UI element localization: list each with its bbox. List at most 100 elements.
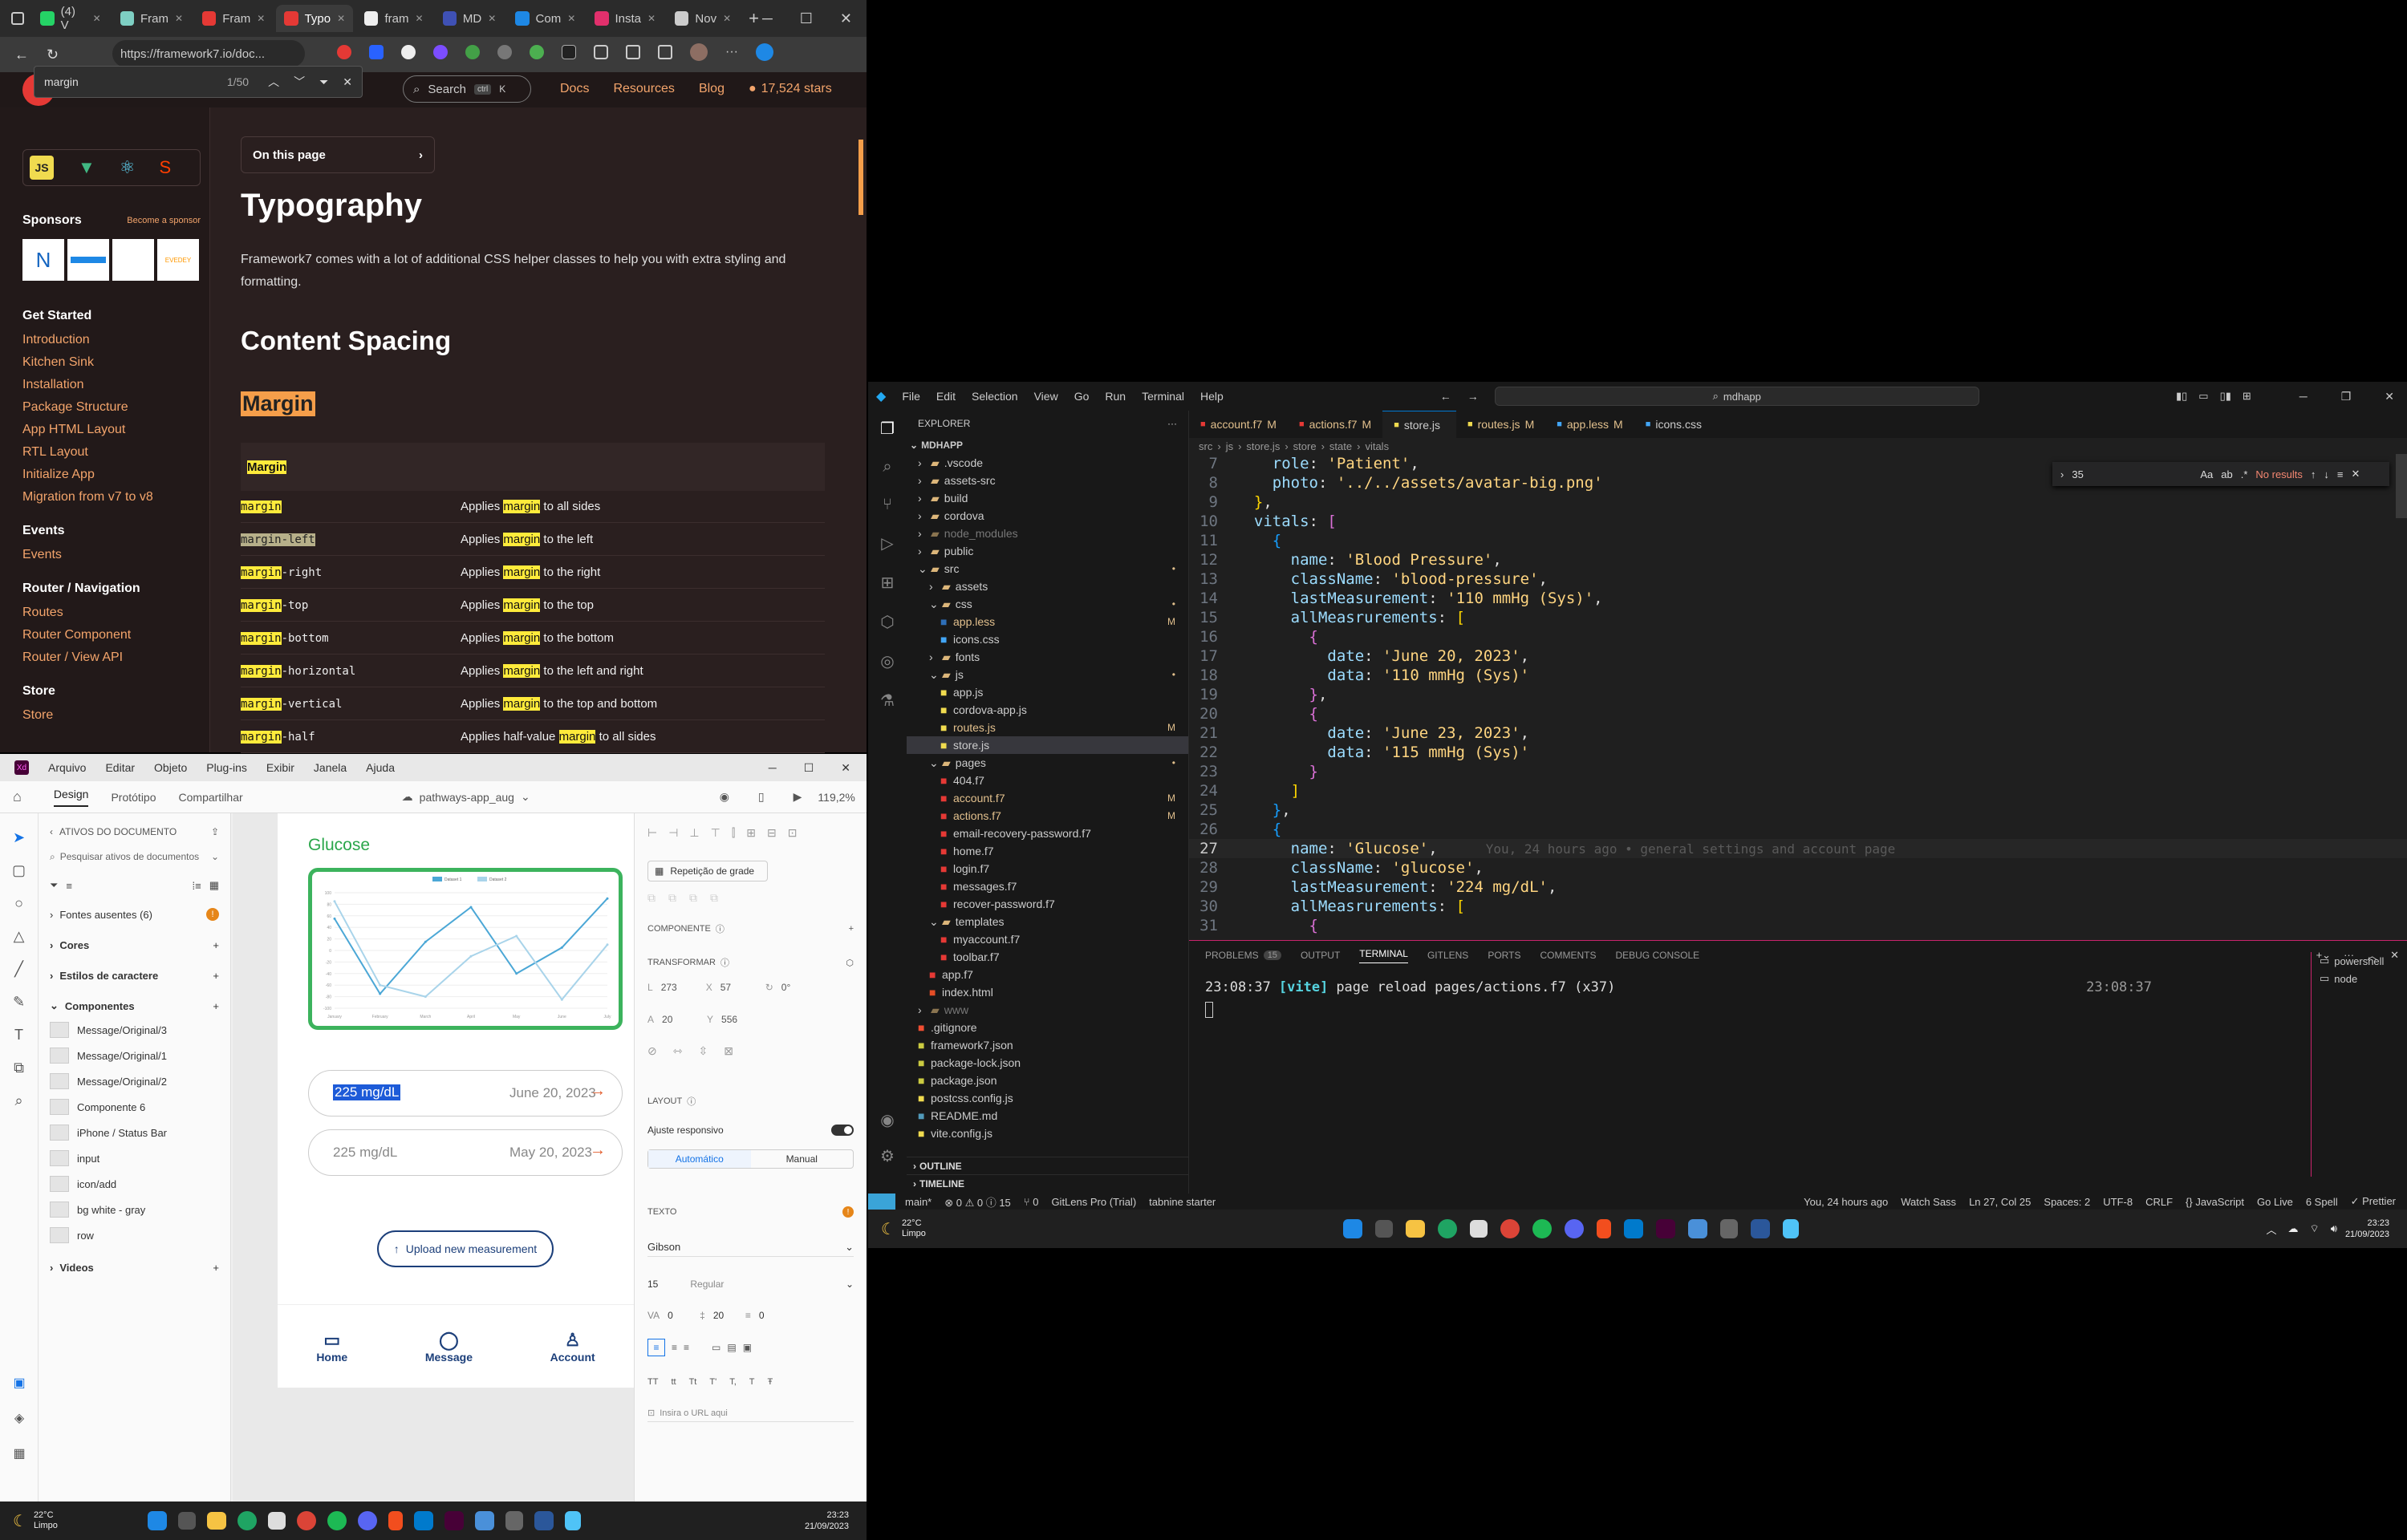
panel-tab[interactable]: TERMINAL — [1359, 948, 1408, 963]
status-item[interactable]: main* — [905, 1196, 932, 1208]
tree-file[interactable]: ■ package-lock.json — [907, 1054, 1188, 1072]
favorites-icon[interactable] — [658, 45, 672, 59]
browser-tab[interactable]: Com ✕ — [507, 5, 583, 32]
tree-file[interactable]: ■ app.js — [907, 683, 1188, 701]
tree-file[interactable]: ■ postcss.config.js — [907, 1089, 1188, 1107]
underline-icon[interactable]: T — [749, 1377, 755, 1387]
add-icon[interactable]: + — [213, 1000, 219, 1012]
plugins-panel-icon[interactable]: ▦ — [13, 1445, 25, 1461]
notepad-icon[interactable] — [1782, 1219, 1799, 1238]
videos-group[interactable]: Videos — [59, 1262, 93, 1274]
shell-powershell[interactable]: powershell — [2334, 955, 2384, 967]
minimize-button[interactable]: ─ — [762, 10, 773, 27]
match-case-icon[interactable]: Aa — [2200, 468, 2213, 480]
tab-close-icon[interactable]: ✕ — [415, 13, 423, 24]
boolean-icon[interactable]: ⧉ — [710, 891, 718, 905]
device-preview-icon[interactable]: ▯ — [758, 790, 765, 804]
browser-tab[interactable]: Nov ✕ — [667, 5, 739, 32]
settings-gear-icon[interactable]: ⚙ — [880, 1146, 895, 1166]
status-item[interactable]: 6 Spell — [2306, 1196, 2338, 1208]
polygon-tool-icon[interactable]: △ — [14, 928, 25, 945]
more-icon[interactable]: ··· — [725, 45, 738, 59]
remote-icon[interactable]: ⬡ — [880, 612, 894, 632]
mode-design[interactable]: Design — [53, 788, 89, 807]
home-icon[interactable]: ⌂ — [13, 788, 22, 805]
extension-icon[interactable] — [369, 45, 384, 59]
extension-icon[interactable] — [530, 45, 544, 59]
select-tool-icon[interactable]: ➤ — [13, 829, 25, 846]
add-icon[interactable]: + — [213, 970, 219, 982]
tree-folder[interactable]: ⌄ ▰ src • — [907, 560, 1188, 578]
reload-icon[interactable]: ↻ — [47, 47, 59, 63]
discord-icon[interactable] — [357, 1511, 377, 1530]
js-icon[interactable]: JS — [30, 156, 54, 180]
xd-icon[interactable] — [1655, 1219, 1675, 1238]
tree-file[interactable]: ■ toolbar.f7 — [907, 948, 1188, 966]
tree-file[interactable]: ■ messages.f7 — [907, 877, 1188, 895]
flip-v-icon[interactable]: ⇳ — [698, 1044, 708, 1058]
mode-prototype[interactable]: Protótipo — [111, 791, 156, 804]
add-icon[interactable]: + — [213, 939, 219, 951]
maximize-button[interactable]: ☐ — [804, 761, 814, 775]
notepad-icon[interactable] — [564, 1511, 581, 1530]
regex-icon[interactable]: .* — [2241, 468, 2248, 480]
status-item[interactable]: You, 24 hours ago — [1804, 1196, 1888, 1208]
tree-file[interactable]: ■ recover-password.f7 — [907, 895, 1188, 913]
breadcrumb-item[interactable]: vitals — [1365, 440, 1389, 452]
find-up-icon[interactable]: ︿ — [268, 74, 279, 90]
layers-panel-icon[interactable]: ◈ — [14, 1410, 24, 1426]
breadcrumb-item[interactable]: js — [1226, 440, 1233, 452]
nav-docs[interactable]: Docs — [560, 82, 589, 96]
edge-icon[interactable] — [1437, 1219, 1457, 1238]
tree-file[interactable]: ■ README.md — [907, 1107, 1188, 1125]
panel-tab[interactable]: COMMENTS — [1540, 950, 1596, 961]
github-stars[interactable]: ● 17,524 stars — [749, 82, 832, 96]
tab-actions-icon[interactable] — [11, 12, 24, 25]
asset-group[interactable]: › Estilos de caractere + — [50, 964, 219, 987]
edge-icon[interactable] — [237, 1511, 257, 1530]
component-asset[interactable]: Message/Original/3 — [39, 1017, 230, 1043]
list-view-icon[interactable]: ⁞≡ — [193, 880, 201, 892]
status-item[interactable]: {} JavaScript — [2186, 1196, 2244, 1208]
titlecase-icon[interactable]: Tt — [689, 1377, 697, 1387]
nav-link[interactable]: Initialize App — [0, 464, 209, 486]
figma-icon[interactable] — [388, 1511, 403, 1530]
chevron-down-icon[interactable]: ⌄ — [910, 440, 918, 451]
zoom-tool-icon[interactable]: ⌕ — [14, 1092, 22, 1109]
find-down-icon[interactable]: ﹀ — [294, 74, 305, 90]
tree-file[interactable]: ■ framework7.json — [907, 1036, 1188, 1054]
spotify-icon[interactable] — [327, 1511, 347, 1530]
char-spacing-field[interactable]: 0 — [668, 1310, 692, 1321]
task-view-icon[interactable] — [1374, 1220, 1393, 1238]
tab-close-icon[interactable]: ✕ — [567, 13, 575, 24]
tab-close-icon[interactable]: ✕ — [647, 13, 656, 24]
panel-tab[interactable]: PORTS — [1488, 950, 1520, 961]
status-item[interactable]: Ln 27, Col 25 — [1969, 1196, 2031, 1208]
task-view-icon[interactable] — [177, 1512, 196, 1530]
tree-folder[interactable]: › ▰ .vscode — [907, 454, 1188, 472]
toggle-panel-icon[interactable]: ▭ — [2198, 390, 2208, 403]
weather-widget[interactable]: ☾ 22°C Limpo — [13, 1510, 58, 1531]
font-size-field[interactable]: 15 — [647, 1279, 658, 1290]
panel-tab[interactable]: DEBUG CONSOLE — [1615, 950, 1699, 961]
close-button[interactable]: ✕ — [840, 10, 852, 27]
menu-item[interactable]: Arquivo — [48, 761, 86, 774]
find-in-selection-icon[interactable]: ≡ — [2337, 468, 2344, 480]
editor-tab[interactable]: ■ account.f7 M — [1189, 411, 1288, 438]
y-field[interactable]: 556 — [721, 1014, 758, 1025]
fit-icon[interactable]: ⊠ — [724, 1044, 733, 1058]
reading-row[interactable]: 225 mg/dL May 20, 2023 → — [308, 1129, 623, 1176]
word-icon[interactable] — [534, 1511, 554, 1530]
chrome-icon[interactable] — [1500, 1219, 1520, 1238]
tree-file[interactable]: ■ 404.f7 — [907, 772, 1188, 789]
panel-tab[interactable]: GITLENS — [1427, 950, 1468, 961]
font-family-select[interactable]: Gibson ⌄ — [647, 1238, 854, 1257]
extension-icon[interactable] — [562, 45, 576, 59]
chevron-right-icon[interactable]: › — [913, 1161, 916, 1172]
scrollbar[interactable] — [858, 140, 863, 215]
tree-file[interactable]: ■ app.less M — [907, 613, 1188, 630]
command-center[interactable]: ⌕ mdhapp — [1494, 387, 1979, 406]
align-left-icon[interactable]: ≡ — [647, 1339, 665, 1356]
chevron-right-icon[interactable]: › — [913, 1178, 916, 1189]
find-input[interactable]: 35 — [2072, 468, 2192, 480]
